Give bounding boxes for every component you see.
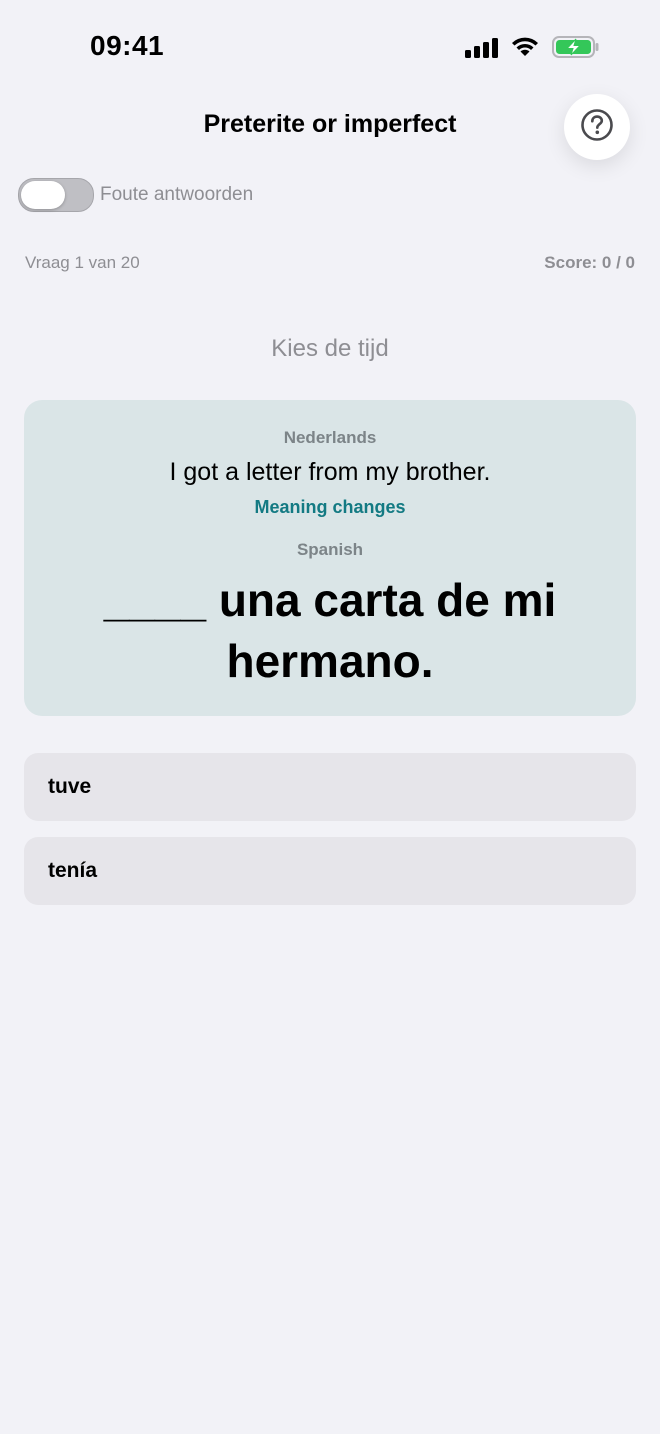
target-language-label: Spanish bbox=[296, 540, 364, 559]
toggle-knob bbox=[21, 181, 65, 209]
signal-icon bbox=[465, 36, 498, 58]
target-sentence: ____ una carta de mi hermano. bbox=[103, 574, 557, 687]
answer-option-label: tenía bbox=[48, 859, 98, 882]
wrong-answers-toggle-row: Foute antwoorden bbox=[18, 178, 253, 212]
page-title: Preterite or imperfect bbox=[203, 110, 457, 138]
answer-option-label: tuve bbox=[48, 775, 92, 798]
help-button[interactable] bbox=[564, 94, 630, 160]
source-language-label: Nederlands bbox=[283, 428, 377, 447]
toggle-label: Foute antwoorden bbox=[100, 184, 254, 205]
source-sentence: I got a letter from my brother. bbox=[169, 458, 491, 486]
battery-charging-icon bbox=[552, 35, 600, 59]
wifi-icon bbox=[510, 36, 540, 58]
status-time: 09:41 bbox=[90, 30, 165, 61]
answer-option[interactable]: tenía bbox=[24, 837, 636, 905]
score-label: Score: 0 / 0 bbox=[544, 253, 635, 272]
question-card: Nederlands I got a letter from my brothe… bbox=[24, 400, 636, 716]
question-circle-icon bbox=[580, 108, 614, 147]
status-icons bbox=[465, 35, 600, 59]
status-bar: 09:41 bbox=[0, 0, 660, 96]
answer-option[interactable]: tuve bbox=[24, 753, 636, 821]
wrong-answers-toggle[interactable] bbox=[18, 178, 94, 212]
meaning-hint: Meaning changes bbox=[254, 497, 406, 517]
question-progress: Vraag 1 van 20 bbox=[25, 253, 140, 272]
instruction-text: Kies de tijd bbox=[271, 335, 389, 362]
